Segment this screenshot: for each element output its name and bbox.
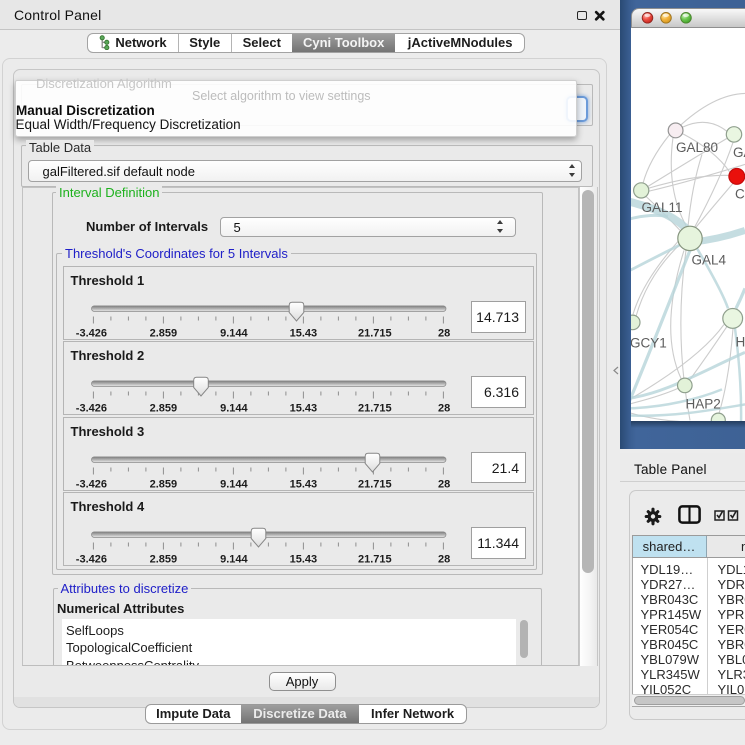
- svg-text:-3.426: -3.426: [75, 328, 106, 340]
- svg-text:28: 28: [437, 478, 449, 490]
- svg-text:HAP2: HAP2: [686, 396, 721, 411]
- svg-text:28: 28: [437, 403, 449, 415]
- svg-text:GAL11: GAL11: [642, 199, 683, 214]
- svg-text:GCY1: GCY1: [631, 335, 667, 350]
- svg-text:21.715: 21.715: [357, 478, 391, 490]
- svg-text:C: C: [735, 186, 745, 201]
- svg-text:-3.426: -3.426: [75, 403, 106, 415]
- svg-text:9.144: 9.144: [220, 478, 248, 490]
- svg-text:15.43: 15.43: [289, 554, 317, 566]
- svg-text:15.43: 15.43: [289, 328, 317, 340]
- svg-text:GAL80: GAL80: [676, 139, 718, 154]
- svg-text:GA: GA: [733, 144, 745, 159]
- svg-text:9.144: 9.144: [220, 554, 248, 566]
- svg-text:2.859: 2.859: [149, 328, 177, 340]
- svg-text:28: 28: [437, 328, 449, 340]
- svg-text:21.715: 21.715: [357, 554, 391, 566]
- svg-text:-3.426: -3.426: [75, 554, 106, 566]
- svg-text:-3.426: -3.426: [75, 478, 106, 490]
- svg-text:15.43: 15.43: [289, 403, 317, 415]
- svg-text:H: H: [736, 334, 745, 349]
- svg-text:28: 28: [437, 554, 449, 566]
- svg-text:21.715: 21.715: [357, 328, 391, 340]
- svg-text:2.859: 2.859: [149, 403, 177, 415]
- svg-text:9.144: 9.144: [220, 328, 248, 340]
- svg-text:9.144: 9.144: [220, 403, 248, 415]
- svg-text:2.859: 2.859: [149, 554, 177, 566]
- svg-text:15.43: 15.43: [289, 478, 317, 490]
- svg-text:2.859: 2.859: [149, 478, 177, 490]
- svg-text:GAL4: GAL4: [692, 252, 727, 267]
- svg-text:21.715: 21.715: [357, 403, 391, 415]
